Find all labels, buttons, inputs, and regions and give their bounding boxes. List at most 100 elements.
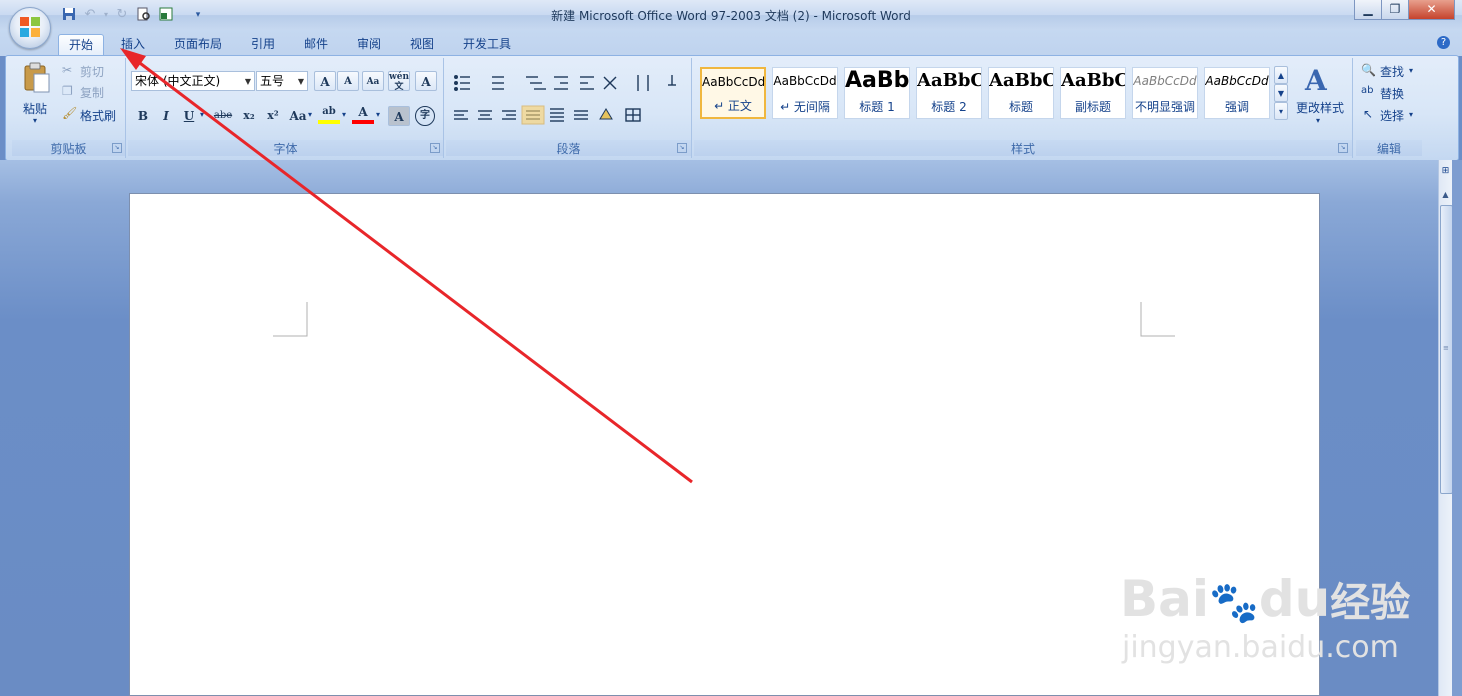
style-heading-2[interactable]: AaBbC 标题 2 (916, 67, 982, 119)
style-preview: AaBbCcDd (773, 74, 837, 88)
tab-review[interactable]: 审阅 (349, 34, 389, 56)
subscript-button[interactable]: x₂ (238, 106, 260, 126)
style-subtitle[interactable]: AaBbC 副标题 (1060, 67, 1126, 119)
styles-more-icon[interactable]: ▾ (1274, 102, 1288, 120)
font-size-combo[interactable]: 五号 ▼ (256, 71, 308, 91)
font-size-dropdown-icon[interactable]: ▼ (298, 72, 304, 91)
phonetic-char: 文 (394, 82, 404, 92)
font-name-dropdown-icon[interactable]: ▼ (245, 72, 251, 91)
clipboard-launcher-icon[interactable]: ↘ (112, 143, 122, 153)
style-label: 副标题 (1074, 100, 1111, 114)
redo-icon[interactable]: ↻ (114, 7, 130, 23)
change-styles-dropdown-icon[interactable]: ▾ (1316, 116, 1320, 125)
style-label: 标题 (1008, 100, 1033, 114)
restore-button[interactable]: ❐ (1381, 0, 1409, 20)
undo-icon[interactable]: ↶ (82, 7, 98, 23)
replace-label[interactable]: 替换 (1380, 85, 1404, 102)
tab-mailings[interactable]: 邮件 (296, 34, 336, 56)
copy-label[interactable]: 复制 (80, 84, 104, 101)
select-dropdown-icon[interactable]: ▾ (1409, 110, 1413, 119)
tab-page-layout[interactable]: 页面布局 (168, 34, 228, 56)
excel-icon[interactable] (158, 7, 174, 23)
char-border-button[interactable]: A (415, 71, 437, 91)
undo-dropdown-icon[interactable]: ▾ (98, 7, 114, 23)
print-preview-icon[interactable] (136, 7, 152, 23)
paste-dropdown-icon[interactable]: ▾ (33, 116, 37, 125)
find-dropdown-icon[interactable]: ▾ (1409, 66, 1413, 75)
cut-label[interactable]: 剪切 (80, 63, 104, 80)
help-icon[interactable]: ? (1437, 36, 1450, 49)
tab-insert[interactable]: 插入 (113, 34, 153, 56)
highlight-button[interactable]: ab (318, 104, 340, 124)
format-painter-label[interactable]: 格式刷 (80, 107, 116, 124)
close-button[interactable]: ✕ (1408, 0, 1455, 20)
style-preview: AaBbC (1061, 70, 1126, 91)
style-preview: AaBb (845, 68, 910, 93)
style-subtle-emphasis[interactable]: AaBbCcDd 不明显强调 (1132, 67, 1198, 119)
bold-button[interactable]: B (132, 106, 154, 126)
change-case-button[interactable]: Aa (286, 106, 310, 126)
phonetic-guide-button[interactable]: wén 文 (388, 71, 410, 92)
font-name-combo[interactable]: 宋体 (中文正文) ▼ (131, 71, 255, 91)
superscript-button[interactable]: x² (262, 106, 284, 126)
enclose-char-button[interactable]: 字 (415, 106, 435, 126)
select-label[interactable]: 选择 (1380, 107, 1404, 124)
style-emphasis[interactable]: AaBbCcDd 强调 (1204, 67, 1270, 119)
tab-developer[interactable]: 开发工具 (455, 34, 519, 56)
char-shading-button[interactable]: A (388, 106, 410, 126)
style-label: 不明显强调 (1134, 100, 1195, 114)
office-button[interactable] (9, 7, 51, 49)
style-label: ↵ 无间隔 (780, 100, 830, 114)
style-heading-1[interactable]: AaBb 标题 1 (844, 67, 910, 119)
paragraph-launcher-icon[interactable]: ↘ (677, 143, 687, 153)
save-icon[interactable] (61, 7, 77, 23)
font-color-button[interactable]: A (352, 104, 374, 124)
customize-qat-icon[interactable]: ▾ (190, 7, 206, 23)
char-border-icon: A (421, 75, 431, 89)
phonetic-guide-icon: wén (389, 72, 410, 82)
style-label: 标题 2 (931, 100, 967, 114)
paste-label[interactable]: 粘贴 (23, 100, 47, 117)
font-launcher-icon[interactable]: ↘ (430, 143, 440, 153)
paste-icon[interactable] (22, 62, 52, 94)
change-styles-label[interactable]: 更改样式 (1296, 99, 1344, 116)
change-case-dropdown-icon[interactable]: ▾ (308, 110, 312, 119)
editing-group-label: 编辑 (1356, 140, 1422, 156)
style-label: 强调 (1224, 100, 1249, 114)
font-size-value: 五号 (260, 74, 285, 88)
select-icon: ↖ (1363, 107, 1374, 121)
strikethrough-button[interactable]: abe (212, 106, 234, 126)
shrink-font-button[interactable]: A (337, 71, 359, 91)
underline-button[interactable]: U (178, 106, 200, 126)
find-label[interactable]: 查找 (1380, 63, 1404, 80)
watermark-brand-cn: 经验 (1330, 580, 1411, 626)
style-label: 标题 1 (859, 100, 895, 114)
tab-references[interactable]: 引用 (243, 34, 283, 56)
style-no-spacing[interactable]: AaBbCcDd ↵ 无间隔 (772, 67, 838, 119)
scrollbar-grip-icon: ≡ (1443, 344, 1449, 352)
shrink-font-icon: A (344, 76, 352, 87)
styles-scroll-up-icon[interactable]: ▲ (1274, 66, 1288, 84)
styles-scroll-down-icon[interactable]: ▼ (1274, 84, 1288, 102)
replace-icon: ab (1361, 85, 1374, 96)
change-styles-icon[interactable]: A (1305, 64, 1327, 97)
italic-button[interactable]: I (155, 106, 177, 126)
style-normal[interactable]: AaBbCcDd ↵ 正文 (700, 67, 766, 119)
watermark-site: jingyan.baidu.com (1122, 630, 1399, 665)
styles-launcher-icon[interactable]: ↘ (1338, 143, 1348, 153)
style-preview: AaBbC (989, 70, 1054, 91)
scroll-up-icon[interactable]: ▲ (1440, 190, 1451, 202)
ruler-toggle-icon[interactable]: ⊞ (1440, 166, 1451, 180)
highlight-dropdown-icon[interactable]: ▾ (342, 110, 346, 119)
tab-home[interactable]: 开始 (58, 34, 104, 57)
minimize-button[interactable]: ▁ (1354, 0, 1382, 20)
clear-format-icon: Aa (366, 77, 380, 87)
copy-icon: ❐ (62, 84, 73, 98)
clipboard-group-label: 剪贴板 (12, 140, 125, 156)
clear-format-button[interactable]: Aa (362, 71, 384, 91)
font-color-dropdown-icon[interactable]: ▾ (376, 110, 380, 119)
tab-view[interactable]: 视图 (402, 34, 442, 56)
style-title[interactable]: AaBbC 标题 (988, 67, 1054, 119)
underline-dropdown-icon[interactable]: ▾ (200, 110, 204, 119)
grow-font-button[interactable]: A (314, 71, 336, 91)
